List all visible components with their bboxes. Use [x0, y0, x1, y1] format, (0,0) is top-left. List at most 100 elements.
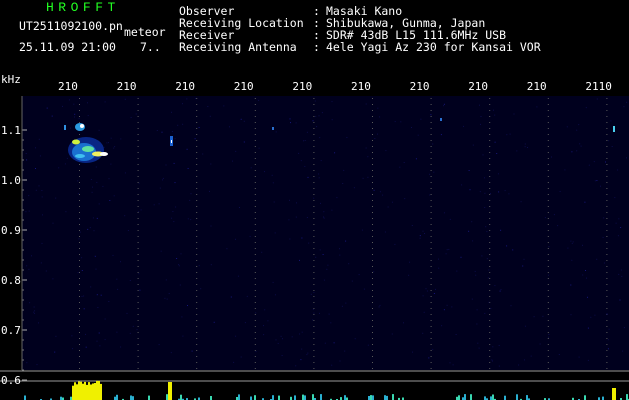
noise-dot: [226, 248, 228, 250]
noise-dot: [331, 364, 333, 366]
grid-dot: [79, 320, 80, 321]
grid-dot: [196, 284, 198, 285]
noise-dot: [165, 279, 167, 281]
noise-dot: [264, 171, 265, 173]
grid-dot: [313, 344, 315, 345]
noise-dot: [558, 354, 560, 355]
noise-dot: [26, 265, 28, 267]
noise-dot: [274, 232, 276, 234]
noise-dot: [127, 230, 129, 231]
grid-dot: [606, 254, 608, 255]
noise-dot: [306, 131, 308, 133]
noise-dot: [341, 305, 343, 307]
strength-bar: [78, 381, 80, 400]
noise-dot: [487, 277, 489, 279]
grid-dot: [79, 272, 80, 273]
noise-dot: [430, 114, 432, 116]
noise-dot: [244, 322, 246, 324]
noise-dot: [334, 152, 336, 154]
noise-dot: [626, 157, 627, 159]
grid-dot: [254, 320, 256, 321]
noise-dot: [354, 338, 356, 340]
y-tick-label: 0.7: [1, 324, 21, 337]
grid-dot: [489, 122, 491, 123]
strength-bar: [526, 395, 528, 400]
noise-dot: [35, 168, 36, 169]
grid-dot: [606, 146, 608, 147]
grid-dot: [606, 248, 608, 249]
grid-dot: [606, 362, 608, 363]
grid-dot: [254, 302, 256, 303]
grid-dot: [430, 266, 432, 267]
grid-dot: [137, 110, 139, 111]
noise-dot: [158, 344, 160, 346]
grid-dot: [372, 302, 373, 303]
noise-dot: [295, 216, 297, 218]
noise-dot: [68, 99, 70, 101]
noise-dot: [65, 211, 67, 213]
noise-dot: [524, 143, 526, 145]
noise-dot: [492, 360, 493, 362]
grid-dot: [606, 302, 608, 303]
noise-dot: [586, 277, 587, 279]
x-tick-label: 210: [58, 80, 78, 93]
grid-dot: [254, 158, 256, 159]
noise-dot: [494, 285, 496, 287]
noise-dot: [548, 246, 550, 248]
grid-dot: [430, 254, 432, 255]
grid-dot: [489, 98, 491, 99]
noise-dot: [209, 190, 210, 192]
strength-bar: [344, 395, 346, 400]
noise-dot: [58, 167, 60, 169]
noise-dot: [41, 190, 43, 191]
grid-dot: [430, 320, 432, 321]
noise-dot: [594, 314, 596, 316]
grid-dot: [430, 356, 432, 357]
grid-dot: [137, 266, 139, 267]
grid-dot: [254, 140, 256, 141]
grid-dot: [430, 140, 432, 141]
grid-dot: [606, 140, 608, 141]
noise-dot: [102, 185, 104, 187]
noise-dot: [617, 235, 619, 237]
noise-dot: [74, 113, 76, 115]
noise-dot: [304, 165, 306, 167]
strength-bar: [88, 382, 90, 400]
noise-dot: [136, 329, 138, 331]
grid-dot: [254, 296, 256, 297]
noise-dot: [90, 179, 92, 180]
noise-dot: [596, 98, 598, 100]
noise-dot: [323, 279, 325, 281]
grid-dot: [196, 194, 198, 195]
strength-bar: [74, 382, 76, 400]
grid-dot: [79, 236, 80, 237]
noise-dot: [74, 116, 75, 118]
plot-area: [22, 96, 629, 370]
grid-dot: [196, 140, 198, 141]
strength-bar: [614, 388, 616, 400]
noise-dot: [322, 254, 324, 255]
noise-dot: [623, 327, 625, 329]
grid-dot: [547, 206, 549, 207]
noise-dot: [271, 174, 273, 176]
grid-dot: [489, 104, 491, 105]
noise-dot: [548, 336, 550, 338]
grid-dot: [313, 152, 315, 153]
noise-dot: [182, 123, 184, 125]
noise-dot: [78, 118, 80, 120]
grid-dot: [547, 254, 549, 255]
grid-dot: [372, 140, 373, 141]
noise-dot: [264, 309, 266, 311]
grid-dot: [137, 164, 139, 165]
grid-dot: [547, 332, 549, 333]
grid-dot: [489, 242, 491, 243]
grid-dot: [430, 344, 432, 345]
noise-dot: [498, 365, 500, 367]
noise-dot: [374, 138, 376, 139]
grid-dot: [606, 152, 608, 153]
grid-dot: [547, 320, 549, 321]
spectrogram[interactable]: 1.1 1.0 0.9 0.8 0.7 0.6 210 210 210 210 210 210 210…: [0, 70, 629, 400]
noise-dot: [132, 325, 134, 327]
noise-dot: [323, 216, 324, 218]
noise-dot: [626, 101, 628, 103]
